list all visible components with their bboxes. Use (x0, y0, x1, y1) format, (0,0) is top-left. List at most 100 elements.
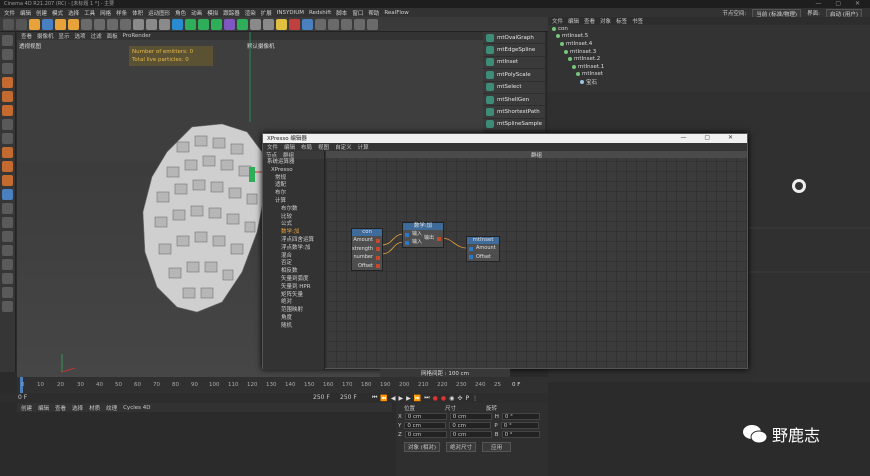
menu-item[interactable]: 运动图形 (148, 9, 170, 17)
menu-item[interactable]: 窗口 (352, 9, 363, 17)
menu-item[interactable]: 文件 (4, 9, 15, 17)
menu-item[interactable]: Redshift (309, 10, 331, 16)
object-row[interactable]: mtInset.2 (548, 55, 870, 63)
om-menu-item[interactable]: 查看 (584, 17, 595, 25)
object-row[interactable]: mtInset.1 (548, 63, 870, 71)
texture-mode-icon[interactable] (2, 63, 13, 74)
position-field[interactable]: 0 cm (404, 422, 447, 429)
window-controls[interactable]: — ▢ ✕ (815, 0, 866, 7)
tool-icon[interactable] (2, 259, 13, 270)
tree-item[interactable]: 矢量到 HPR (263, 284, 324, 292)
node-math-add[interactable]: 数学:加 输入 输入 输出 (402, 222, 444, 248)
tree-item[interactable]: 比较 (263, 214, 324, 222)
tree-item[interactable]: 公式 (263, 221, 324, 229)
node-port[interactable]: 输出 (424, 234, 443, 243)
tree-item[interactable]: 随机 (263, 323, 324, 331)
points-mode-icon[interactable] (2, 77, 13, 88)
move-icon[interactable] (42, 18, 53, 30)
make-editable-icon[interactable] (2, 35, 13, 46)
tree-item[interactable]: XPresso (263, 167, 324, 175)
key-mode-icon[interactable]: ✣ (457, 395, 462, 402)
node-mtinset[interactable]: mtInset Amount Offset (466, 236, 500, 262)
object-row[interactable]: mtInset.4 (548, 40, 870, 48)
tool-icon[interactable] (2, 287, 13, 298)
rotate-icon[interactable] (68, 18, 79, 30)
palette-item[interactable]: mtSelect (483, 82, 545, 94)
tree-item[interactable]: 相反数 (263, 268, 324, 276)
tree-item[interactable]: 适配 (263, 182, 324, 190)
xpresso-menu-item[interactable]: 文件 (267, 143, 278, 151)
tree-item[interactable]: 绝对 (263, 299, 324, 307)
xpresso-menu-item[interactable]: 布局 (301, 143, 312, 151)
select-icon[interactable] (29, 18, 40, 30)
cloner-icon[interactable] (211, 18, 222, 30)
xpresso-menu-item[interactable]: 视图 (318, 143, 329, 151)
tree-item[interactable]: 常规 (263, 175, 324, 183)
menu-item[interactable]: 帮助 (368, 9, 379, 17)
enable-axis-icon[interactable] (2, 119, 13, 130)
workplane-icon[interactable] (2, 161, 13, 172)
cube-icon[interactable] (172, 18, 183, 30)
material-menu-item[interactable]: 选择 (72, 404, 83, 412)
tool-icon[interactable] (2, 301, 13, 312)
apply-button[interactable]: 应用 (482, 441, 512, 452)
deformer-icon[interactable] (224, 18, 235, 30)
rotation-field[interactable]: 0 ° (501, 431, 540, 438)
start-frame-field[interactable]: 0 F (18, 394, 27, 401)
next-frame-icon[interactable]: ▶ (406, 395, 411, 402)
pen-icon[interactable] (185, 18, 196, 30)
position-field[interactable]: 0 cm (404, 413, 447, 420)
material-menu-item[interactable]: Cycles 4D (123, 405, 150, 411)
keys-icon[interactable]: ⋮ (472, 395, 478, 402)
planar-workplane-icon[interactable] (2, 217, 13, 228)
preview-end-field[interactable]: 250 F (340, 394, 357, 401)
brush-icon[interactable] (2, 245, 13, 256)
light-icon[interactable] (276, 18, 287, 30)
render-view-icon[interactable] (133, 18, 144, 30)
palette-item[interactable]: mtOvalGraph (483, 32, 545, 45)
undo-icon[interactable] (3, 18, 14, 30)
xpresso-menu-item[interactable]: 编辑 (284, 143, 295, 151)
menu-item[interactable]: 脚本 (336, 9, 347, 17)
tree-item[interactable]: 角度 (263, 315, 324, 323)
menu-item[interactable]: 体积 (132, 9, 143, 17)
material-menu-item[interactable]: 查看 (55, 404, 66, 412)
keyframe-selection-icon[interactable]: ◉ (449, 395, 454, 402)
xpresso-menu-item[interactable]: 计算 (358, 143, 369, 151)
polygons-mode-icon[interactable] (2, 105, 13, 116)
menu-item[interactable]: 模式 (52, 9, 63, 17)
tree-item[interactable]: 系统运算器 (263, 159, 324, 167)
tree-item[interactable]: 布尔数 (263, 206, 324, 214)
quantize-icon[interactable] (2, 231, 13, 242)
xpresso-menu-item[interactable]: 自定义 (335, 143, 352, 151)
node-port[interactable]: Offset (467, 253, 499, 262)
menu-item[interactable]: 工具 (84, 9, 95, 17)
play-icon[interactable]: ▶ (399, 395, 404, 402)
prev-key-icon[interactable]: ⏪ (380, 395, 387, 402)
tree-item-selected[interactable]: 数学:加 (263, 229, 324, 237)
material-menu-item[interactable]: 纹理 (106, 404, 117, 412)
menu-item[interactable]: 模拟 (207, 9, 218, 17)
node-con[interactable]: con Amount strength number Offset (351, 228, 383, 271)
plugin-icon[interactable] (341, 18, 352, 30)
om-menu-item[interactable]: 对象 (600, 17, 611, 25)
sculpt-icon[interactable] (2, 189, 13, 200)
tree-item[interactable]: 范围映射 (263, 307, 324, 315)
camera-icon[interactable] (263, 18, 274, 30)
position-field[interactable]: 0 cm (404, 431, 447, 438)
menu-item[interactable]: 渲染 (245, 9, 256, 17)
end-frame-field[interactable]: 250 F (313, 394, 330, 401)
om-menu-item[interactable]: 编辑 (568, 17, 579, 25)
node-port[interactable]: Amount (352, 236, 382, 245)
node-port[interactable]: strength (352, 245, 382, 254)
model-mode-icon[interactable] (2, 49, 13, 60)
tree-tab[interactable]: 节点 (266, 151, 277, 159)
object-row[interactable]: 宝石 (548, 78, 870, 86)
timeline-ruler[interactable]: 0 10 20 30 40 50 60 70 80 90 100 110 120… (17, 377, 548, 393)
node-canvas[interactable]: 群组 con Amount strength number Offset 数学:… (326, 151, 747, 368)
tool-icon[interactable] (2, 273, 13, 284)
coord-mode-select[interactable]: 对象 (相对) (404, 441, 441, 452)
menu-item[interactable]: 选择 (68, 9, 79, 17)
material-menu-item[interactable]: 创建 (21, 404, 32, 412)
palette-item[interactable]: mtSplineSample (483, 119, 545, 132)
